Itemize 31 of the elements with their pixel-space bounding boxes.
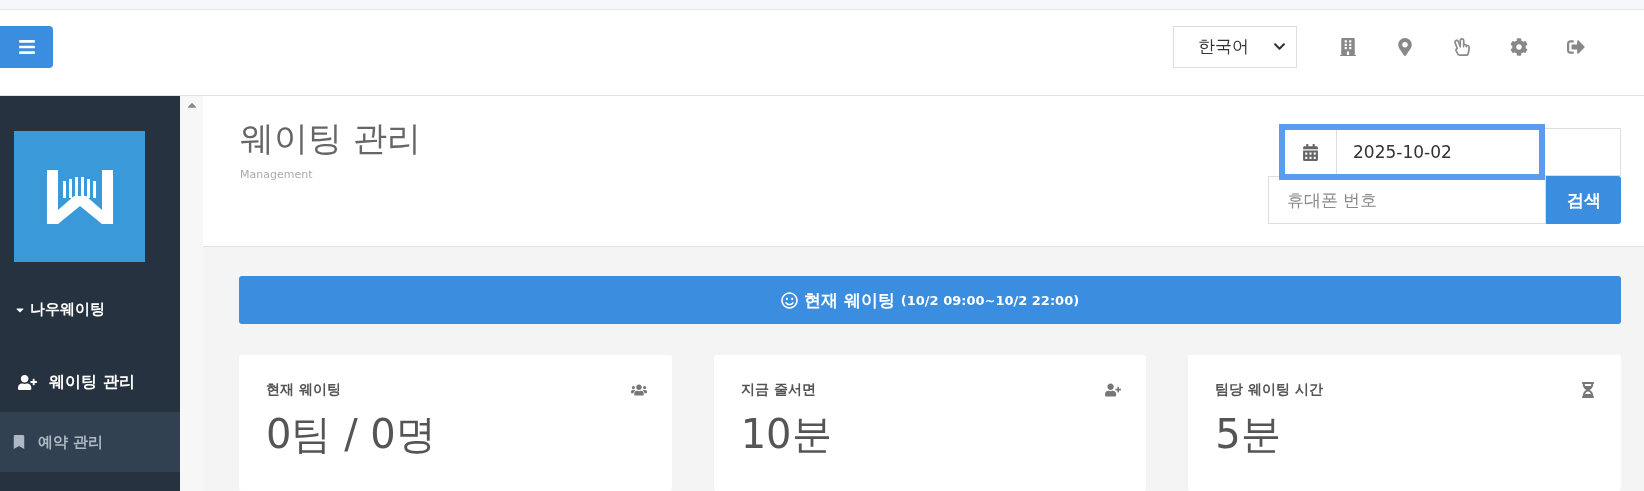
calendar-icon [1301, 143, 1319, 161]
user-plus-icon [1105, 382, 1122, 398]
language-select[interactable]: 한국어 [1173, 25, 1297, 68]
stat-value: 0팀 / 0명 [266, 410, 437, 459]
phone-field[interactable]: 휴대폰 번호 [1268, 176, 1546, 224]
settings-icon [1509, 37, 1528, 56]
hourglass-icon [1580, 382, 1596, 398]
logo-icon [46, 169, 113, 224]
banner-title: 현재 웨이팅 [803, 288, 895, 312]
building-icon [1338, 37, 1357, 56]
sidebar-section[interactable]: 나우웨이팅 [14, 300, 180, 319]
menu-icon [17, 37, 36, 56]
map-pin-icon [1395, 37, 1414, 56]
users-icon [630, 382, 647, 398]
page-subtitle: Management [240, 168, 314, 181]
chevron-down-icon [1273, 40, 1286, 53]
logout-icon [1566, 37, 1585, 56]
stat-label: 현재 웨이팅 [266, 381, 341, 399]
stat-value: 10분 [740, 410, 833, 459]
banner-range: (10/2 09:00~10/2 22:00) [900, 292, 1080, 308]
page-title: 웨이팅 관리 [240, 117, 421, 160]
sidebar-section-label: 나우웨이팅 [30, 300, 105, 319]
user-plus-icon [18, 372, 37, 392]
stat-label: 팀당 웨이팅 시간 [1215, 381, 1324, 399]
peace-hand-icon [1452, 37, 1471, 56]
menu-button[interactable] [0, 25, 53, 68]
stat-label: 지금 줄서면 [740, 381, 816, 399]
bookmark-icon [12, 435, 26, 449]
smile-icon [780, 291, 798, 309]
stat-value: 5분 [1215, 410, 1282, 459]
sidebar-item[interactable]: 예약 관리 [0, 412, 180, 472]
